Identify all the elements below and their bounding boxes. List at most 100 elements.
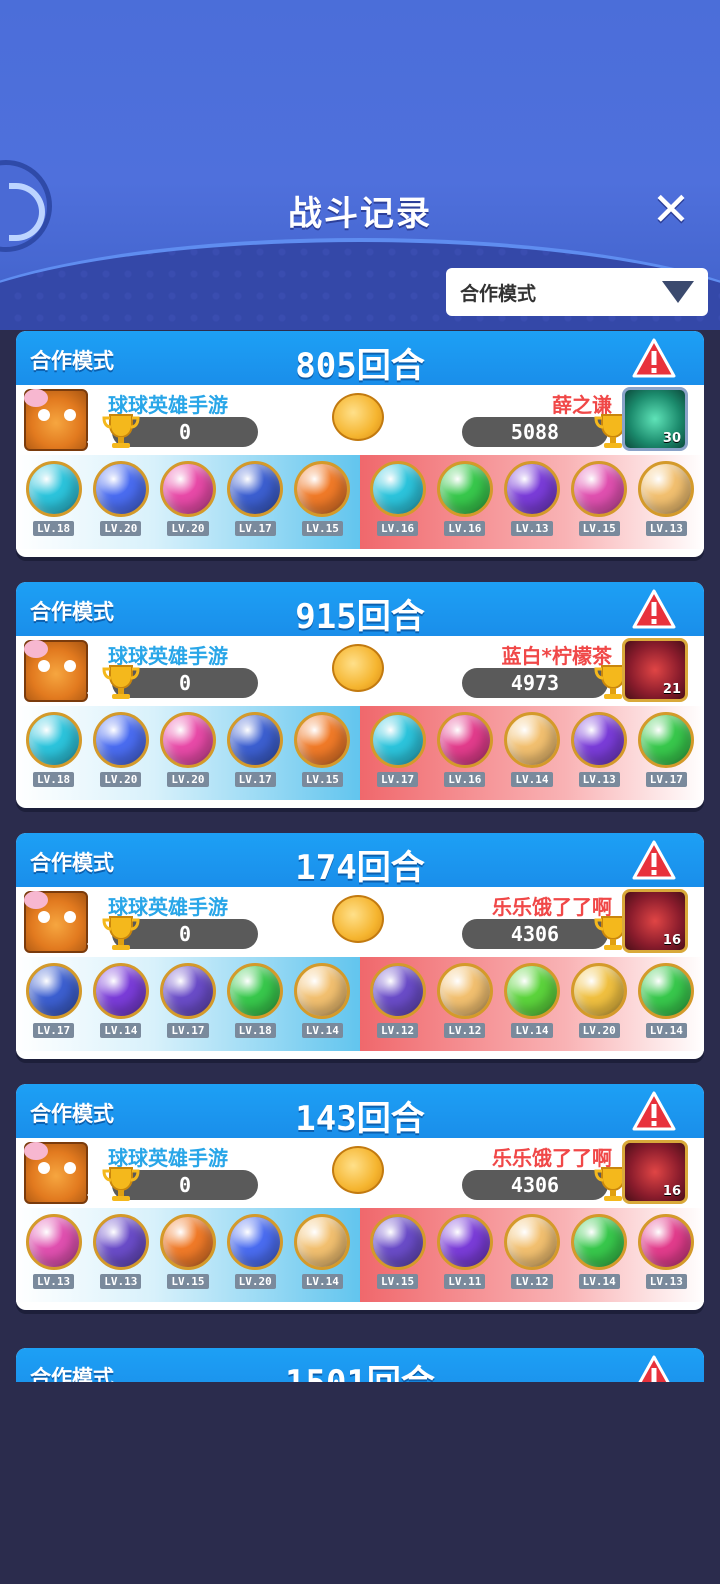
hero-unit[interactable]: LV.13	[635, 461, 697, 549]
opponent-rank-badge[interactable]: 21	[622, 638, 688, 702]
hero-unit[interactable]: LV.20	[568, 963, 630, 1051]
hero-unit[interactable]: LV.15	[291, 712, 353, 800]
hero-level: LV.13	[33, 1274, 75, 1289]
hero-unit[interactable]: LV.12	[367, 963, 429, 1051]
report-warning-icon[interactable]	[632, 1090, 676, 1132]
close-icon[interactable]: ✕	[648, 186, 694, 232]
record-rounds: 174回合	[295, 848, 425, 888]
record-rounds: 1501回合	[16, 1355, 704, 1382]
hero-unit[interactable]: LV.11	[434, 1214, 496, 1302]
battle-record-card[interactable]: 合作模式 143回合 1 球球英雄手游 0 乐乐饿了了啊 4306 16 LV.…	[16, 1084, 704, 1310]
players-row: 1 球球英雄手游 0 薛之谦 5088 30	[16, 385, 704, 455]
player-team: LV.13 LV.13 LV.15 LV.20 LV.14	[16, 1208, 360, 1302]
hero-unit[interactable]: LV.17	[635, 712, 697, 800]
hero-unit[interactable]: LV.18	[23, 712, 85, 800]
rainbow-hero-orb-icon	[503, 712, 560, 768]
hero-unit[interactable]: LV.17	[157, 963, 219, 1051]
hero-unit[interactable]: LV.15	[568, 461, 630, 549]
avatar-level: 1	[86, 1192, 94, 1205]
player-avatar[interactable]: 1	[24, 891, 94, 954]
hero-unit[interactable]: LV.13	[635, 1214, 697, 1302]
opponent-rank-badge[interactable]: 30	[622, 387, 688, 451]
rank-badge-level: 16	[662, 933, 681, 948]
hero-level: LV.13	[645, 1274, 687, 1289]
purple-hero-orb-icon	[503, 461, 560, 517]
opponent-rank-badge[interactable]: 16	[622, 889, 688, 953]
hero-unit[interactable]: LV.14	[501, 712, 563, 800]
hero-level: LV.13	[511, 521, 553, 536]
hero-unit[interactable]: LV.12	[501, 1214, 563, 1302]
purple-hero-orb-icon	[571, 712, 628, 768]
hero-unit[interactable]: LV.13	[90, 1214, 152, 1302]
hero-level: LV.20	[167, 521, 209, 536]
hero-level: LV.15	[578, 521, 620, 536]
hero-unit[interactable]: LV.17	[23, 963, 85, 1051]
hero-level: LV.16	[444, 772, 486, 787]
report-warning-icon[interactable]	[632, 588, 676, 630]
record-header: 合作模式 1501回合	[16, 1348, 704, 1382]
hero-unit[interactable]: LV.20	[157, 461, 219, 549]
hero-unit[interactable]: LV.16	[367, 461, 429, 549]
hero-unit[interactable]: LV.14	[568, 1214, 630, 1302]
hero-unit[interactable]: LV.17	[224, 461, 286, 549]
opponent-team: LV.16 LV.16 LV.13 LV.15 LV.13	[360, 455, 704, 549]
players-row: 1 球球英雄手游 0 乐乐饿了了啊 4306 16	[16, 887, 704, 957]
hero-level: LV.14	[301, 1274, 343, 1289]
player-avatar[interactable]: 1	[24, 640, 94, 703]
report-warning-icon[interactable]	[632, 839, 676, 881]
pink-hero-orb-icon	[159, 712, 216, 768]
green-hero-orb-icon	[638, 712, 695, 768]
rainbow-hero-orb-icon	[638, 461, 695, 517]
hero-unit[interactable]: LV.14	[501, 963, 563, 1051]
hero-unit[interactable]: LV.14	[635, 963, 697, 1051]
mode-filter-value: 合作模式	[460, 282, 537, 305]
cyan-hero-orb-icon	[369, 461, 426, 517]
hero-level: LV.17	[234, 521, 276, 536]
mode-filter-dropdown[interactable]: 合作模式	[446, 268, 708, 316]
hero-level: LV.20	[578, 1023, 620, 1038]
hero-unit[interactable]: LV.15	[291, 461, 353, 549]
record-header: 合作模式 174回合	[16, 833, 704, 888]
report-warning-icon[interactable]	[632, 337, 676, 379]
battle-record-card-partial[interactable]: 合作模式 1501回合	[16, 1348, 704, 1382]
hero-level: LV.12	[377, 1023, 419, 1038]
rank-badge-level: 30	[662, 431, 681, 446]
hero-unit[interactable]: LV.12	[434, 963, 496, 1051]
opponent-rank-badge[interactable]: 16	[622, 1140, 688, 1204]
hero-level: LV.14	[511, 1023, 553, 1038]
hero-unit[interactable]: LV.13	[501, 461, 563, 549]
hero-unit[interactable]: LV.16	[434, 461, 496, 549]
record-rounds: 143回合	[295, 1099, 425, 1139]
hero-level: LV.16	[377, 521, 419, 536]
hero-unit[interactable]: LV.20	[224, 1214, 286, 1302]
battle-record-card[interactable]: 合作模式 805回合 1 球球英雄手游 0 薛之谦 5088 30 LV.18 L…	[16, 331, 704, 557]
hero-unit[interactable]: LV.16	[434, 712, 496, 800]
hero-unit[interactable]: LV.13	[568, 712, 630, 800]
hero-unit[interactable]: LV.15	[367, 1214, 429, 1302]
hero-level: LV.12	[444, 1023, 486, 1038]
player-team: LV.18 LV.20 LV.20 LV.17 LV.15	[16, 455, 360, 549]
player-avatar[interactable]: 1	[24, 1142, 94, 1205]
hero-unit[interactable]: LV.14	[291, 1214, 353, 1302]
hero-unit[interactable]: LV.14	[291, 963, 353, 1051]
hero-unit[interactable]: LV.17	[224, 712, 286, 800]
battle-record-card[interactable]: 合作模式 915回合 1 球球英雄手游 0 蓝白*柠檬茶 4973 21 LV.…	[16, 582, 704, 808]
record-header: 合作模式 915回合	[16, 582, 704, 637]
hero-unit[interactable]: LV.18	[23, 461, 85, 549]
hero-unit[interactable]: LV.20	[90, 461, 152, 549]
hero-unit[interactable]: LV.15	[157, 1214, 219, 1302]
handshake-icon	[332, 1146, 384, 1194]
hero-level: LV.14	[645, 1023, 687, 1038]
hero-unit[interactable]: LV.20	[157, 712, 219, 800]
hero-unit[interactable]: LV.13	[23, 1214, 85, 1302]
hero-unit[interactable]: LV.14	[90, 963, 152, 1051]
player-avatar[interactable]: 1	[24, 389, 94, 452]
report-warning-icon[interactable]	[632, 1354, 676, 1382]
hero-unit[interactable]: LV.18	[224, 963, 286, 1051]
trophy-icon	[102, 1167, 140, 1201]
violet-hero-orb-icon	[92, 1214, 149, 1270]
battle-record-card[interactable]: 合作模式 174回合 1 球球英雄手游 0 乐乐饿了了啊 4306 16 LV.…	[16, 833, 704, 1059]
record-rounds: 805回合	[295, 346, 425, 386]
hero-unit[interactable]: LV.20	[90, 712, 152, 800]
hero-unit[interactable]: LV.17	[367, 712, 429, 800]
